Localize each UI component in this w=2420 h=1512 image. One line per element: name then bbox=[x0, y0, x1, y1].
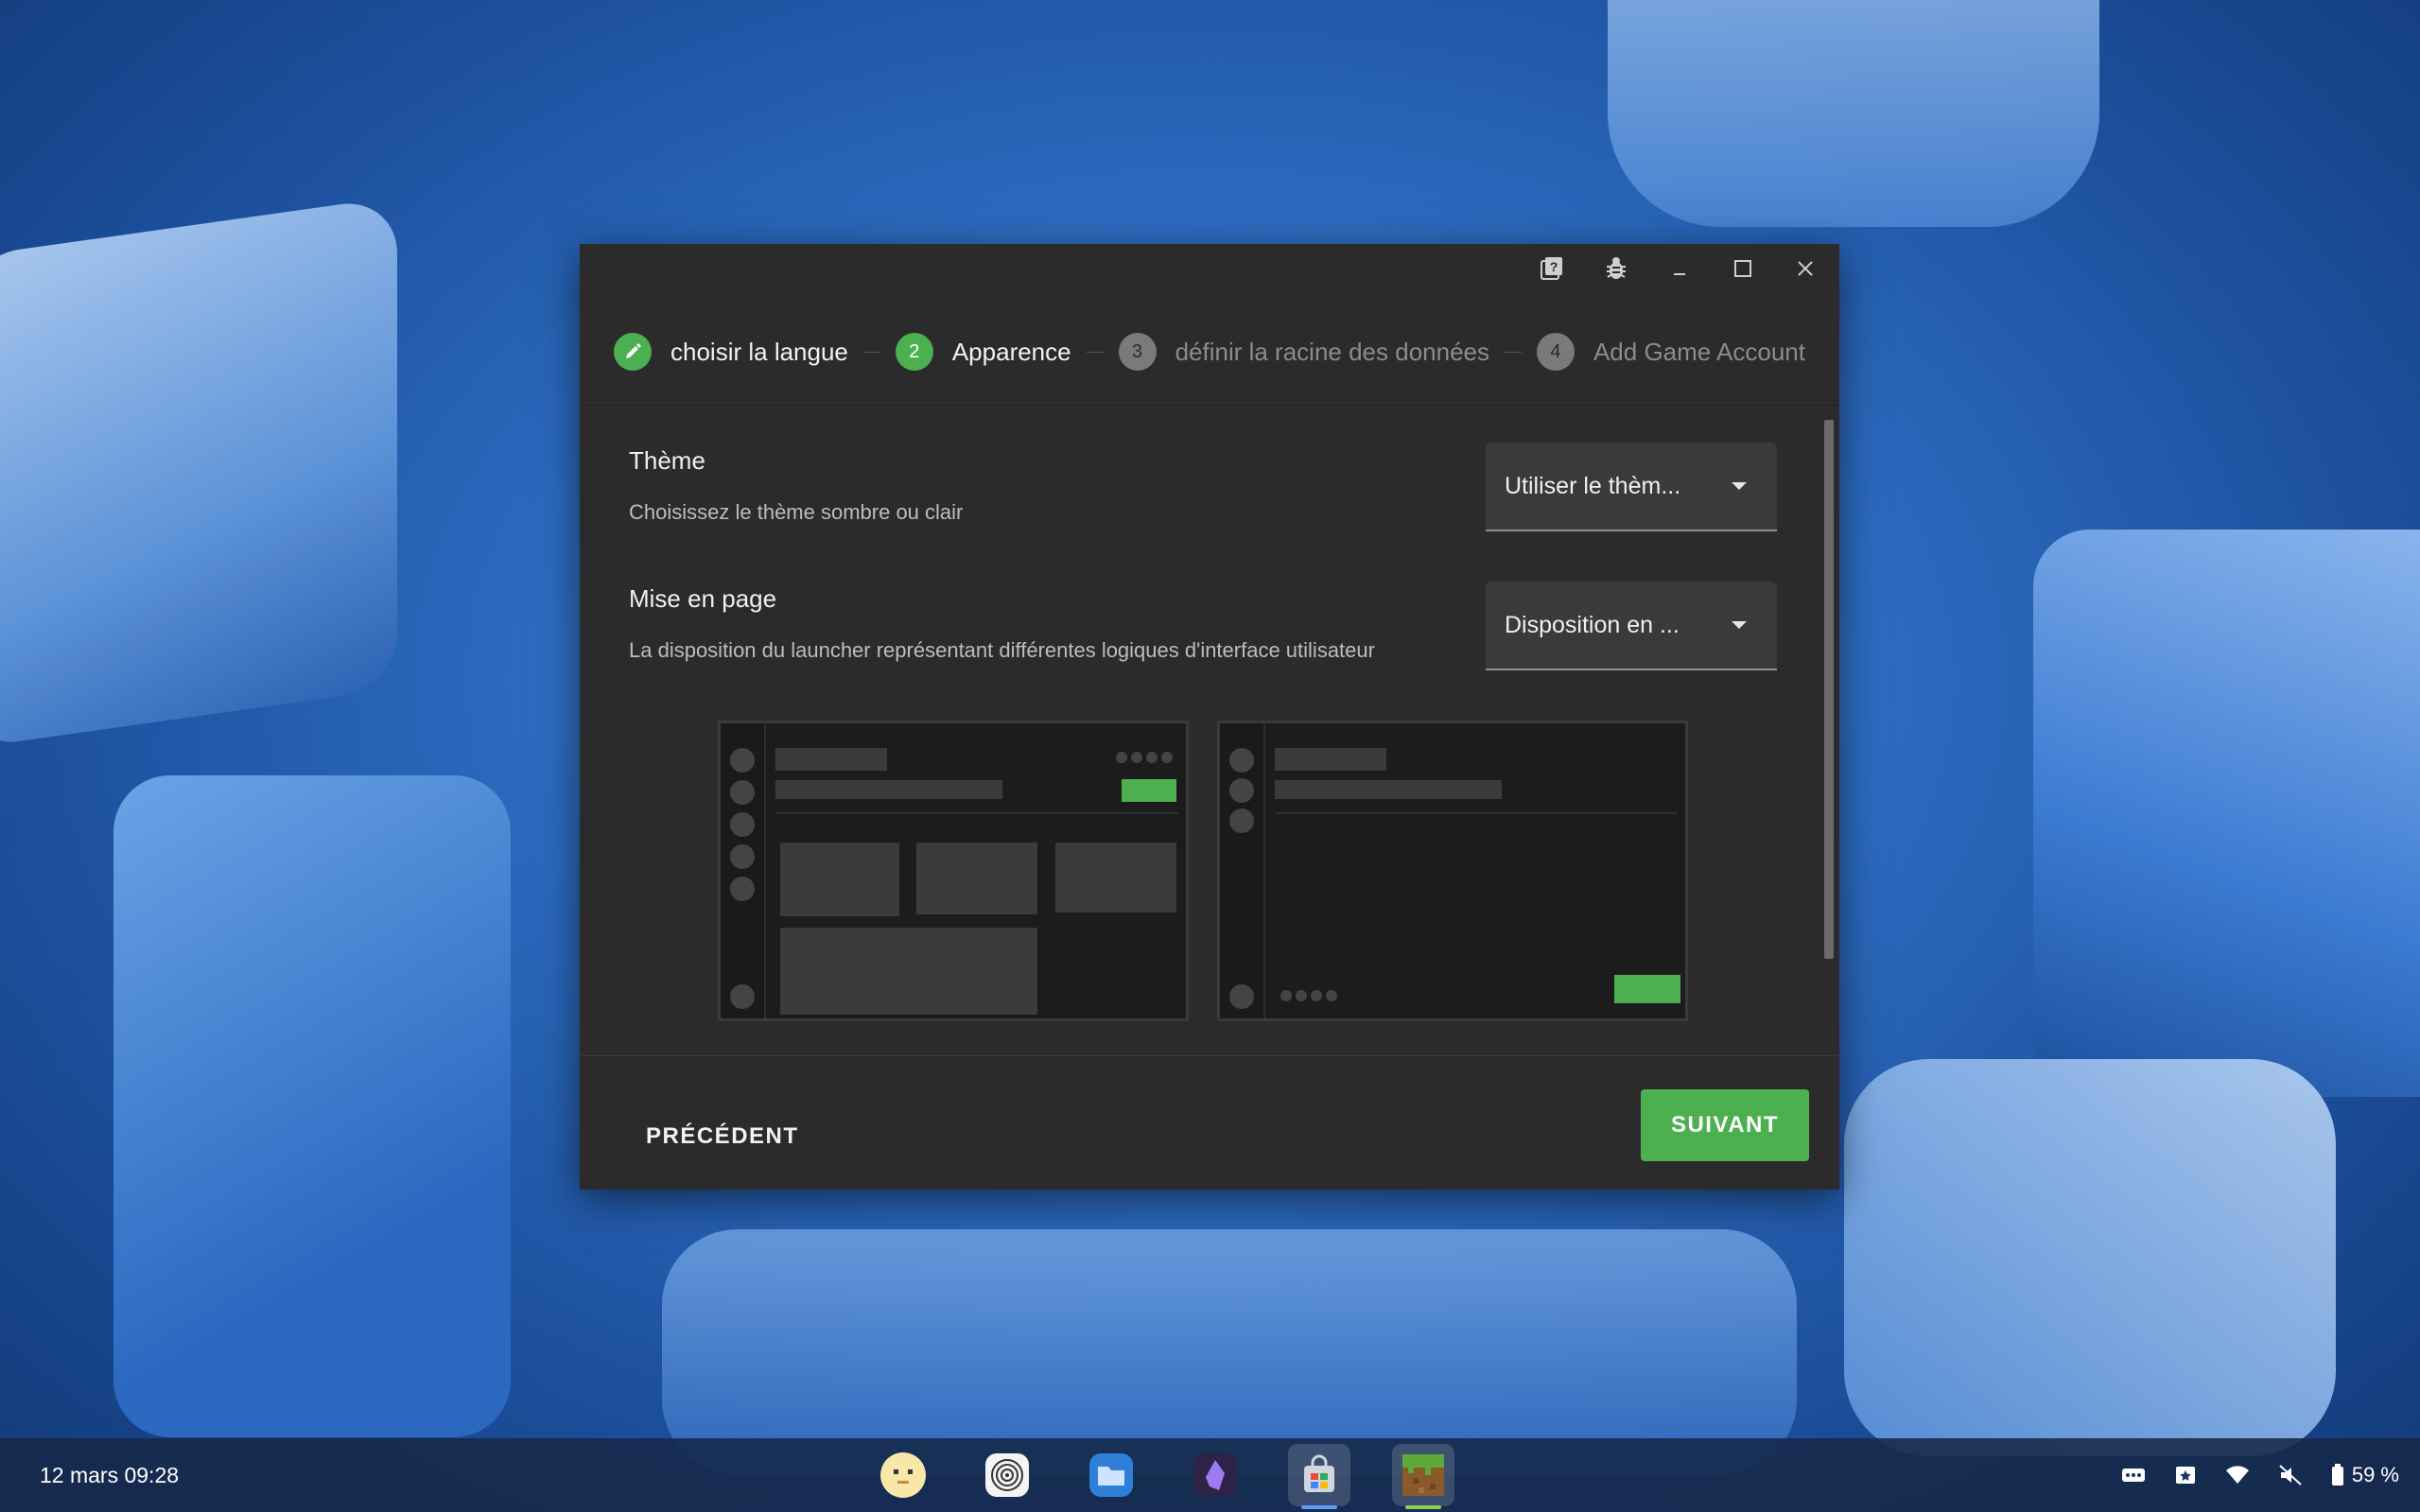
preview-dot bbox=[730, 877, 755, 901]
preview-dot bbox=[1326, 990, 1337, 1001]
overflow-icon[interactable] bbox=[2121, 1466, 2146, 1485]
preview-line bbox=[775, 812, 1178, 814]
preview-dot bbox=[1229, 984, 1254, 1009]
step-label: Apparence bbox=[951, 337, 1071, 366]
layout-description: La disposition du launcher représentant … bbox=[629, 638, 1375, 662]
preview-block bbox=[1275, 748, 1386, 771]
wallpaper-shape bbox=[0, 196, 397, 750]
preview-block bbox=[775, 780, 1002, 799]
titlebar: ? bbox=[580, 244, 1839, 289]
step-connector bbox=[862, 351, 880, 353]
step-label: définir la racine des données bbox=[1175, 337, 1490, 366]
step-data-root[interactable]: 3 définir la racine des données bbox=[1118, 333, 1490, 371]
layout-setting: Mise en page La disposition du launcher … bbox=[629, 584, 1375, 663]
minimize-icon[interactable] bbox=[1663, 252, 1697, 286]
bug-icon[interactable] bbox=[1599, 252, 1633, 286]
pixel-face-app-icon[interactable] bbox=[872, 1444, 934, 1506]
battery-icon[interactable] bbox=[2331, 1464, 2344, 1486]
preview-dot bbox=[1229, 808, 1254, 833]
dropdown-arrow-icon bbox=[1732, 482, 1747, 490]
layout-preview-grid[interactable] bbox=[718, 721, 1189, 1021]
layout-preview-list[interactable] bbox=[1217, 721, 1688, 1021]
step-number: 2 bbox=[895, 333, 933, 371]
header-divider bbox=[580, 405, 1839, 406]
preview-block bbox=[775, 748, 887, 771]
preview-button bbox=[1614, 975, 1680, 1003]
step-number: 4 bbox=[1536, 333, 1575, 371]
preview-block bbox=[1275, 780, 1502, 799]
maximize-icon[interactable] bbox=[1726, 252, 1760, 286]
edit-icon bbox=[614, 333, 652, 371]
step-label: Add Game Account bbox=[1593, 337, 1805, 366]
preview-card bbox=[780, 843, 899, 916]
preview-sidebar bbox=[721, 723, 766, 1018]
step-language[interactable]: choisir la langue bbox=[614, 333, 848, 371]
running-indicator bbox=[1405, 1505, 1441, 1509]
wallpaper-shape bbox=[2033, 530, 2420, 1097]
previous-button[interactable]: PRÉCÉDENT bbox=[625, 1101, 820, 1173]
preview-dot bbox=[1161, 752, 1173, 763]
preview-line bbox=[1275, 812, 1678, 814]
wallpaper-shape bbox=[1844, 1059, 2336, 1456]
preview-dot bbox=[730, 748, 755, 773]
dropdown-arrow-icon bbox=[1732, 621, 1747, 629]
preview-button bbox=[1122, 779, 1176, 802]
preview-dot bbox=[1116, 752, 1127, 763]
preview-dot bbox=[1296, 990, 1307, 1001]
preview-dot bbox=[730, 812, 755, 837]
theme-select-value: Utiliser le thèm... bbox=[1505, 472, 1681, 499]
battery-percent: 59 % bbox=[2351, 1463, 2399, 1486]
theme-description: Choisissez le thème sombre ou clair bbox=[629, 500, 964, 524]
pinned-apps bbox=[872, 1438, 1454, 1512]
preview-dot bbox=[730, 984, 755, 1009]
store-app-icon[interactable] bbox=[1288, 1444, 1350, 1509]
mute-icon[interactable] bbox=[2278, 1464, 2303, 1486]
wallpaper-shape bbox=[1608, 0, 2099, 227]
scrollbar[interactable] bbox=[1824, 420, 1834, 959]
preview-dot bbox=[1229, 778, 1254, 803]
date-time[interactable]: 12 mars 09:28 bbox=[40, 1438, 179, 1512]
system-tray[interactable]: 59 % bbox=[2121, 1438, 2399, 1512]
step-number: 3 bbox=[1118, 333, 1157, 371]
preview-dot bbox=[730, 780, 755, 805]
layout-select-value: Disposition en ... bbox=[1505, 611, 1680, 638]
step-connector bbox=[1505, 351, 1522, 353]
running-indicator bbox=[1301, 1505, 1337, 1509]
preview-card bbox=[1055, 843, 1176, 912]
step-label: choisir la langue bbox=[670, 337, 848, 366]
theme-title: Thème bbox=[629, 446, 705, 475]
help-icon[interactable]: ? bbox=[1535, 252, 1569, 286]
theme-select[interactable]: Utiliser le thèm... bbox=[1486, 443, 1777, 531]
preview-dot bbox=[1280, 990, 1292, 1001]
theme-setting: Thème Choisissez le thème sombre ou clai… bbox=[629, 446, 963, 525]
close-icon[interactable] bbox=[1788, 252, 1822, 286]
preview-card bbox=[780, 928, 1037, 1015]
holding-space-icon[interactable] bbox=[2174, 1464, 2197, 1486]
preview-dot bbox=[1146, 752, 1158, 763]
files-app-icon[interactable] bbox=[1080, 1444, 1142, 1506]
spiral-app-icon[interactable] bbox=[976, 1444, 1038, 1506]
step-game-account[interactable]: 4 Add Game Account bbox=[1536, 333, 1805, 371]
preview-dot bbox=[1131, 752, 1142, 763]
minecraft-launcher-app-icon[interactable] bbox=[1392, 1444, 1454, 1509]
svg-text:?: ? bbox=[1550, 259, 1558, 274]
preview-sidebar bbox=[1220, 723, 1265, 1018]
obsidian-app-icon[interactable] bbox=[1184, 1444, 1246, 1506]
preview-card bbox=[916, 843, 1037, 914]
preview-dot bbox=[1229, 748, 1254, 773]
setup-wizard-window: ? choisir la langue 2 Apparence 3 défini… bbox=[580, 244, 1839, 1190]
preview-dot bbox=[730, 844, 755, 869]
step-appearance[interactable]: 2 Apparence bbox=[895, 333, 1071, 371]
layout-select[interactable]: Disposition en ... bbox=[1486, 582, 1777, 670]
shelf: 12 mars 09:28 59 % bbox=[0, 1438, 2420, 1512]
layout-title: Mise en page bbox=[629, 584, 777, 613]
step-connector bbox=[1086, 351, 1104, 353]
next-button[interactable]: SUIVANT bbox=[1641, 1089, 1809, 1161]
wizard-stepper: choisir la langue 2 Apparence 3 définir … bbox=[614, 323, 1805, 380]
footer-divider bbox=[580, 1055, 1839, 1056]
wifi-icon[interactable] bbox=[2225, 1465, 2250, 1486]
wallpaper-shape bbox=[113, 775, 511, 1437]
preview-dot bbox=[1311, 990, 1322, 1001]
